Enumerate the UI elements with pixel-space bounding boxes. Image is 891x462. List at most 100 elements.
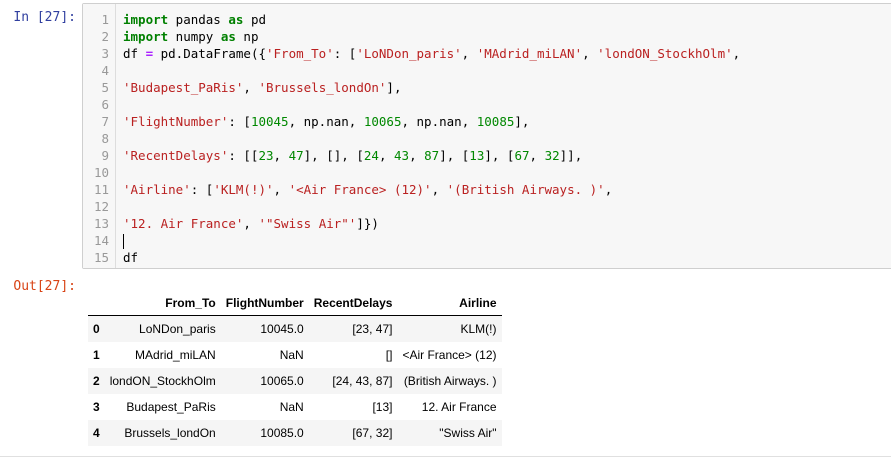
code-line[interactable]: 14: [83, 232, 891, 249]
table-header-row: From_To FlightNumber RecentDelays Airlin…: [88, 290, 502, 316]
code-token: 67: [514, 148, 530, 163]
code-line[interactable]: 2 import numpy as np: [83, 28, 891, 45]
cell-airline: "Swiss Air": [439, 426, 497, 440]
code-token: 'MAdrid_miLAN': [476, 46, 583, 61]
code-token: ,: [409, 148, 425, 163]
line-number: 14: [93, 233, 109, 248]
code-line[interactable]: 8: [83, 130, 891, 147]
cell-flightnumber: 10045.0: [260, 322, 304, 336]
code-line[interactable]: 13 '12. Air France', '"Swiss Air"']}): [83, 215, 891, 232]
code-text[interactable]: '12. Air France', '"Swiss Air"']}): [123, 215, 379, 232]
cell-recentdelays: [67, 32]: [352, 426, 393, 440]
code-token: : [: [228, 114, 251, 129]
code-line[interactable]: 7 'FlightNumber': [10045, np.nan, 10065, …: [83, 113, 891, 130]
code-line[interactable]: 1 import pandas as pd: [83, 11, 891, 28]
code-token: : [: [190, 182, 214, 197]
code-token: 43: [394, 148, 410, 163]
code-token: ,: [604, 182, 613, 197]
line-number: 6: [101, 97, 109, 112]
cell-flightnumber: NaN: [279, 348, 304, 362]
text-cursor: [123, 234, 124, 249]
code-text[interactable]: df = pd.DataFrame({'From_To': ['LoNDon_p…: [123, 45, 740, 62]
code-token: 'Brussels_londOn': [258, 80, 387, 95]
code-text[interactable]: import numpy as np: [123, 28, 258, 45]
code-line[interactable]: 12: [83, 198, 891, 215]
code-line[interactable]: 15 df: [83, 249, 891, 266]
code-text[interactable]: import pandas as pd: [123, 11, 266, 28]
column-header-airline: Airline: [397, 290, 502, 316]
cell-from-to: LoNDon_paris: [139, 322, 216, 336]
code-token: 'RecentDelays': [123, 148, 229, 163]
cell-airline: (British Airways. ): [403, 374, 497, 388]
code-line[interactable]: 5 'Budapest_PaRis', 'Brussels_londOn'],: [83, 79, 891, 96]
code-token: import: [123, 29, 169, 44]
row-index: 3: [93, 400, 100, 414]
code-token: ,: [378, 148, 394, 163]
table-row: 3 Budapest_PaRis NaN [13] 12. Air France: [88, 394, 502, 420]
code-token: =: [145, 46, 154, 61]
code-line[interactable]: 11 'Airline': ['KLM(!)', '<Air France> (1…: [83, 181, 891, 198]
code-line[interactable]: 3 df = pd.DataFrame({'From_To': ['LoNDon_…: [83, 45, 891, 62]
index-header: [88, 290, 105, 316]
code-text[interactable]: 'FlightNumber': [10045, np.nan, 10065, n…: [123, 113, 529, 130]
code-token: as: [220, 29, 236, 44]
code-token: : [: [333, 46, 357, 61]
line-number: 4: [101, 63, 109, 78]
code-token: ], [: [439, 148, 470, 163]
code-text[interactable]: 'Budapest_PaRis', 'Brussels_londOn'],: [123, 79, 401, 96]
code-text[interactable]: [123, 232, 124, 249]
code-token: ,: [732, 46, 741, 61]
code-token: , np.nan,: [288, 114, 364, 129]
row-index: 1: [93, 348, 100, 362]
code-token: ], [], [: [303, 148, 364, 163]
cell-recentdelays: [23, 47]: [352, 322, 393, 336]
cell-recentdelays: [13]: [372, 400, 393, 414]
table-row: 2 londON_StockhOlm 10065.0 [24, 43, 87] …: [88, 368, 502, 394]
code-token: 13: [469, 148, 485, 163]
line-number: 9: [101, 148, 109, 163]
input-prompt: In [27]:: [13, 10, 76, 25]
column-header-recentdelays: RecentDelays: [308, 290, 398, 316]
code-text[interactable]: 'RecentDelays': [[23, 47], [], [24, 43, …: [123, 147, 582, 164]
code-token: 10065: [363, 114, 402, 129]
code-line[interactable]: 10: [83, 164, 891, 181]
code-line[interactable]: 9 'RecentDelays': [[23, 47], [], [24, 43,…: [83, 147, 891, 164]
cell-from-to: Budapest_PaRis: [126, 400, 216, 414]
line-number: 11: [93, 182, 109, 197]
code-token: pd.DataFrame({: [153, 46, 266, 61]
line-number: 15: [93, 250, 109, 265]
code-token: ,: [273, 148, 289, 163]
cell-flightnumber: 10065.0: [260, 374, 304, 388]
row-index: 4: [93, 426, 100, 440]
code-token: ]],: [559, 148, 583, 163]
table-row: 0 LoNDon_paris 10045.0 [23, 47] KLM(!): [88, 315, 502, 342]
output-prompt: Out[27]:: [13, 279, 76, 294]
code-token: 'From_To': [266, 46, 334, 61]
code-text[interactable]: 'Airline': ['KLM(!)', '<Air France> (12)…: [123, 181, 612, 198]
code-token: '12. Air France': [123, 216, 244, 231]
line-number: 3: [101, 46, 109, 61]
line-number: 10: [93, 165, 109, 180]
code-token: 10045: [250, 114, 289, 129]
code-token: 'Budapest_PaRis': [123, 80, 244, 95]
code-token: '<Air France> (12)': [288, 182, 432, 197]
code-line[interactable]: 4: [83, 62, 891, 79]
code-editor[interactable]: 1 import pandas as pd 2 import numpy as np 3…: [82, 3, 891, 269]
code-token: 23: [258, 148, 274, 163]
cell-from-to: MAdrid_miLAN: [135, 348, 216, 362]
line-number: 8: [101, 131, 109, 146]
code-token: 'LoNDon_paris': [356, 46, 462, 61]
code-token: ,: [582, 46, 598, 61]
dataframe-table: From_To FlightNumber RecentDelays Airlin…: [88, 290, 502, 446]
code-token: ,: [461, 46, 477, 61]
line-number: 13: [93, 216, 109, 231]
code-token: ,: [431, 182, 447, 197]
code-line[interactable]: 6: [83, 96, 891, 113]
code-token: ],: [386, 80, 402, 95]
code-token: df: [123, 250, 139, 265]
code-token: '"Swiss Air"': [258, 216, 357, 231]
code-text[interactable]: df: [123, 249, 138, 266]
code-token: pd: [243, 12, 267, 27]
code-token: ,: [273, 182, 289, 197]
code-token: , np.nan,: [401, 114, 477, 129]
